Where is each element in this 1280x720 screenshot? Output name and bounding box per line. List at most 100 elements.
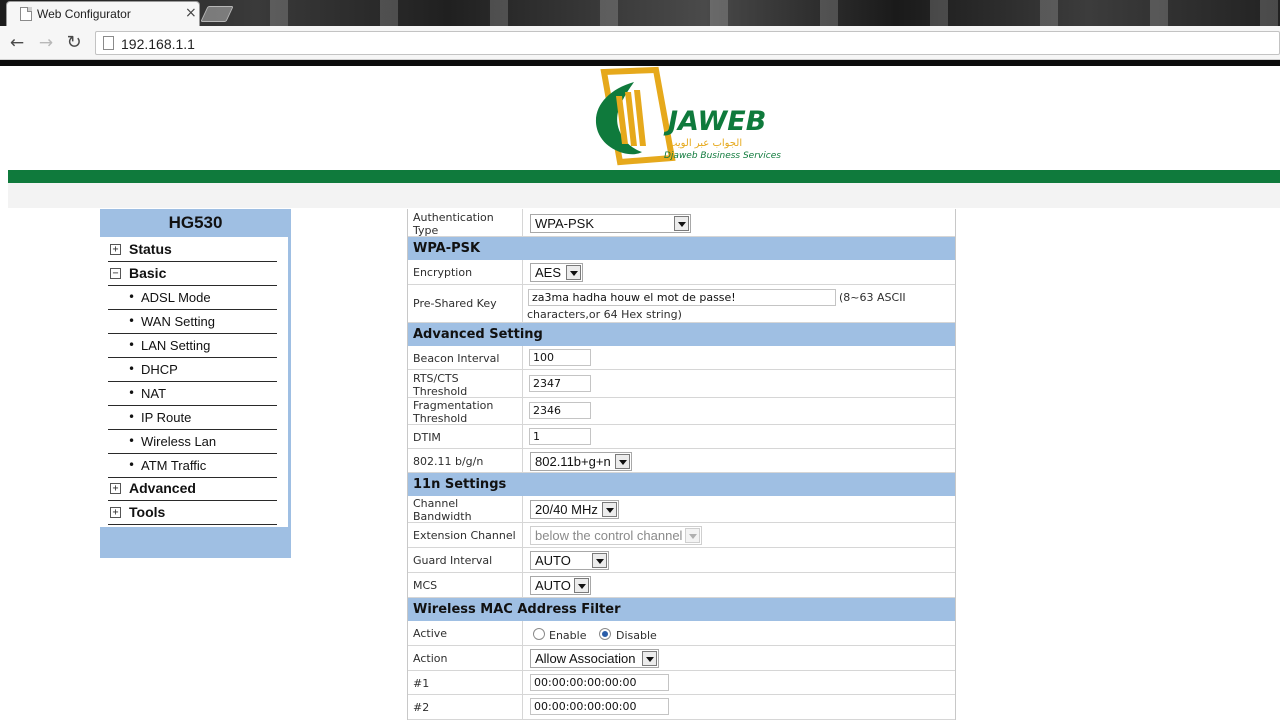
encryption-select[interactable]: AES [530,263,583,282]
sidebar-item-adsl-mode[interactable]: • ADSL Mode [108,286,277,310]
dropdown-arrow-icon [685,528,700,543]
bullet-icon: • [128,386,136,400]
beacon-value: 100 [533,351,554,364]
expand-icon[interactable]: + [110,483,121,494]
psk-row: Pre-Shared Key za3ma hadha houw el mot d… [408,285,955,323]
sidebar-item-tools[interactable]: + Tools [108,501,277,525]
dropdown-arrow-icon [574,578,589,593]
section-title: 11n Settings [413,477,507,492]
mac-filter-action-row: Action Allow Association [408,646,955,671]
rts-label-1: RTS/CTS [413,372,459,385]
section-title: WPA-PSK [413,241,481,256]
mac-entry-label: #1 [413,677,430,690]
rts-row: RTS/CTS Threshold 2347 [408,370,955,398]
sidebar-item-status[interactable]: + Status [108,238,277,262]
browser-tab-active[interactable]: Web Configurator × [6,1,200,26]
psk-hint-2: characters,or 64 Hex string) [527,308,682,321]
sidebar-item-label: Tools [129,504,166,520]
enable-radio-label: Enable [549,629,587,642]
mcs-value: AUTO [535,578,571,593]
guard-interval-value: AUTO [535,553,571,568]
action-select[interactable]: Allow Association [530,649,659,668]
encryption-label: Encryption [413,266,473,279]
auth-type-row: Authentication Type WPA-PSK [408,209,955,237]
sidebar-item-advanced[interactable]: + Advanced [108,477,277,501]
sidebar-item-nat[interactable]: • NAT [108,382,277,406]
sidebar-item-label: NAT [141,386,167,401]
wireless-mode-select[interactable]: 802.11b+g+n [530,452,632,471]
sidebar-item-label: Status [129,241,172,257]
extension-channel-row: Extension Channel below the control chan… [408,523,955,548]
expand-icon[interactable]: + [110,244,121,255]
extension-channel-select: below the control channel [530,526,702,545]
action-value: Allow Association [535,651,636,666]
sidebar-menu: HG530 + Status − Basic • ADSL Mode • WAN… [100,209,291,558]
rts-input[interactable]: 2347 [529,375,591,392]
sidebar-item-label: WAN Setting [141,314,215,329]
guard-interval-select[interactable]: AUTO [530,551,609,570]
action-label: Action [413,652,448,665]
guard-interval-label: Guard Interval [413,554,493,567]
back-arrow-icon[interactable]: ← [7,33,27,53]
dtim-row: DTIM 1 [408,425,955,449]
page-icon [103,36,114,50]
address-bar[interactable]: 192.168.1.1 [95,31,1280,55]
bandwidth-select[interactable]: 20/40 MHz [530,500,619,519]
bullet-icon: • [128,410,136,424]
mcs-label: MCS [413,579,438,592]
sidebar-item-wan-setting[interactable]: • WAN Setting [108,310,277,334]
mac-filter-active-row: Active Enable Disable [408,621,955,646]
auth-type-label-2: Type [413,224,439,237]
logo-wordmark: JAWEB [663,106,766,137]
auth-type-select[interactable]: WPA-PSK [530,214,691,233]
section-title: Wireless MAC Address Filter [413,602,621,617]
mac-address-input-2[interactable]: 00:00:00:00:00:00 [530,698,669,715]
disable-radio[interactable] [599,628,611,640]
sidebar-item-wireless-lan[interactable]: • Wireless Lan [108,430,277,454]
sidebar-item-label: Basic [129,265,167,281]
mac-address-value: 00:00:00:00:00:00 [534,676,637,689]
sidebar-item-label: DHCP [141,362,178,377]
bullet-icon: • [128,338,136,352]
guard-interval-row: Guard Interval AUTO [408,548,955,573]
sidebar-item-label: ATM Traffic [141,458,207,473]
mcs-row: MCS AUTO [408,573,955,598]
enable-radio[interactable] [533,628,545,640]
sidebar-item-basic[interactable]: − Basic [108,262,277,286]
reload-icon[interactable]: ↻ [64,33,84,53]
forward-arrow-icon[interactable]: → [36,33,56,53]
mac-address-input-1[interactable]: 00:00:00:00:00:00 [530,674,669,691]
browser-toolbar: ← → ↻ 192.168.1.1 [0,26,1280,60]
section-11n-settings: 11n Settings [408,473,955,496]
wireless-mode-row: 802.11 b/g/n 802.11b+g+n [408,449,955,473]
expand-icon[interactable]: + [110,507,121,518]
dtim-input[interactable]: 1 [529,428,591,445]
bullet-icon: • [128,434,136,448]
sidebar-item-lan-setting[interactable]: • LAN Setting [108,334,277,358]
collapse-icon[interactable]: − [110,268,121,279]
beacon-input[interactable]: 100 [529,349,591,366]
frag-label-1: Fragmentation [413,399,494,412]
sidebar-item-label: ADSL Mode [141,290,211,305]
auth-type-label-1: Authentication [413,211,494,224]
psk-input[interactable]: za3ma hadha houw el mot de passe! [528,289,836,306]
sidebar-item-ip-route[interactable]: • IP Route [108,406,277,430]
sidebar-item-atm-traffic[interactable]: • ATM Traffic [108,454,277,478]
wireless-mode-label: 802.11 b/g/n [413,455,484,468]
dropdown-arrow-icon [566,265,581,280]
sidebar-item-label: IP Route [141,410,192,425]
mcs-select[interactable]: AUTO [530,576,591,595]
sidebar-item-dhcp[interactable]: • DHCP [108,358,277,382]
tab-close-icon[interactable]: × [185,5,197,21]
encryption-row: Encryption AES [408,260,955,285]
bandwidth-label-1: Channel [413,497,459,510]
mac-entry-label: #2 [413,701,430,714]
sidebar-border [288,237,291,527]
header-green-bar [8,170,1280,183]
frag-input[interactable]: 2346 [529,402,591,419]
frag-label-2: Threshold [413,412,468,425]
psk-hint-1: (8~63 ASCII [839,291,906,304]
extension-channel-value: below the control channel [535,528,683,543]
bandwidth-value: 20/40 MHz [535,502,598,517]
page-header: JAWEB الجواب عبر الويب Djaweb Business S… [8,66,1280,170]
